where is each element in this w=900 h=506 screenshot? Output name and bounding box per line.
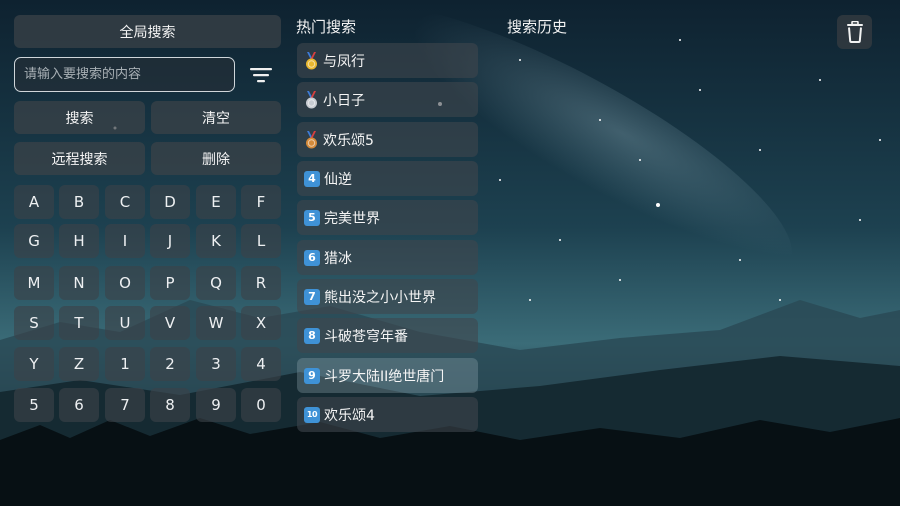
key-x[interactable]: X xyxy=(241,306,281,340)
delete-button[interactable]: 删除 xyxy=(151,142,281,175)
key-a[interactable]: A xyxy=(14,185,54,219)
key-i[interactable]: I xyxy=(105,224,145,258)
hot-search-item[interactable]: 6 猎冰 xyxy=(297,240,478,275)
clear-history-button[interactable] xyxy=(837,15,872,49)
hot-search-item[interactable]: 欢乐颂5 xyxy=(297,122,478,157)
hot-search-item-label: 小日子 xyxy=(323,92,365,109)
hot-search-item[interactable]: 5 完美世界 xyxy=(297,200,478,235)
key-j[interactable]: J xyxy=(150,224,190,258)
hot-search-item-label: 猎冰 xyxy=(324,250,352,267)
global-search-button[interactable]: 全局搜索 xyxy=(14,15,281,48)
hot-search-item[interactable]: 9 斗罗大陆II绝世唐门 xyxy=(297,358,478,393)
key-q[interactable]: Q xyxy=(196,266,236,300)
key-2[interactable]: 2 xyxy=(150,347,190,381)
hot-search-item[interactable]: 与凤行 xyxy=(297,43,478,78)
key-0[interactable]: 0 xyxy=(241,388,281,422)
rank-number-icon: 8 xyxy=(304,327,320,344)
bronze-medal-icon xyxy=(304,130,319,149)
key-7[interactable]: 7 xyxy=(105,388,145,422)
search-button[interactable]: 搜索 xyxy=(14,101,145,134)
remote-search-button[interactable]: 远程搜索 xyxy=(14,142,145,175)
key-l[interactable]: L xyxy=(241,224,281,258)
rank-number-icon: 10 xyxy=(304,406,320,423)
hot-search-item-label: 完美世界 xyxy=(324,210,380,227)
search-history-title: 搜索历史 xyxy=(507,18,568,36)
key-5[interactable]: 5 xyxy=(14,388,54,422)
rank-number-icon: 4 xyxy=(304,170,320,187)
key-3[interactable]: 3 xyxy=(196,347,236,381)
hot-search-item-label: 仙逆 xyxy=(324,171,352,188)
key-8[interactable]: 8 xyxy=(150,388,190,422)
hot-search-item[interactable]: 10 欢乐颂4 xyxy=(297,397,478,432)
key-t[interactable]: T xyxy=(59,306,99,340)
rank-number-icon: 7 xyxy=(304,288,320,305)
key-n[interactable]: N xyxy=(59,266,99,300)
key-4[interactable]: 4 xyxy=(241,347,281,381)
key-1[interactable]: 1 xyxy=(105,347,145,381)
key-e[interactable]: E xyxy=(196,185,236,219)
key-m[interactable]: M xyxy=(14,266,54,300)
key-h[interactable]: H xyxy=(59,224,99,258)
hot-search-item[interactable]: 8 斗破苍穹年番 xyxy=(297,318,478,353)
key-u[interactable]: U xyxy=(105,306,145,340)
key-o[interactable]: O xyxy=(105,266,145,300)
clear-button[interactable]: 清空 xyxy=(151,101,281,134)
hot-search-item-label: 斗破苍穹年番 xyxy=(324,328,408,345)
key-f[interactable]: F xyxy=(241,185,281,219)
hot-search-item-label: 熊出没之小小世界 xyxy=(324,289,436,306)
hot-search-item-label: 欢乐颂5 xyxy=(323,132,374,149)
hot-search-item[interactable]: 7 熊出没之小小世界 xyxy=(297,279,478,314)
key-r[interactable]: R xyxy=(241,266,281,300)
hot-search-item-label: 与凤行 xyxy=(323,53,365,70)
key-b[interactable]: B xyxy=(59,185,99,219)
rank-number-icon: 5 xyxy=(304,209,320,226)
rank-number-icon: 6 xyxy=(304,249,320,266)
search-input[interactable] xyxy=(14,57,235,92)
key-g[interactable]: G xyxy=(14,224,54,258)
hot-search-item-label: 斗罗大陆II绝世唐门 xyxy=(324,368,445,385)
hot-search-item[interactable]: 小日子 xyxy=(297,82,478,117)
key-s[interactable]: S xyxy=(14,306,54,340)
key-y[interactable]: Y xyxy=(14,347,54,381)
filter-icon[interactable] xyxy=(248,64,274,86)
key-6[interactable]: 6 xyxy=(59,388,99,422)
key-z[interactable]: Z xyxy=(59,347,99,381)
key-v[interactable]: V xyxy=(150,306,190,340)
hot-search-title: 热门搜索 xyxy=(296,18,357,36)
key-w[interactable]: W xyxy=(196,306,236,340)
key-p[interactable]: P xyxy=(150,266,190,300)
gold-medal-icon xyxy=(304,51,319,70)
key-d[interactable]: D xyxy=(150,185,190,219)
trash-icon xyxy=(846,21,863,43)
hot-search-item[interactable]: 4 仙逆 xyxy=(297,161,478,196)
key-c[interactable]: C xyxy=(105,185,145,219)
silver-medal-icon xyxy=(304,90,319,109)
key-k[interactable]: K xyxy=(196,224,236,258)
rank-number-icon: 9 xyxy=(304,367,320,384)
hot-search-item-label: 欢乐颂4 xyxy=(324,407,375,424)
key-9[interactable]: 9 xyxy=(196,388,236,422)
